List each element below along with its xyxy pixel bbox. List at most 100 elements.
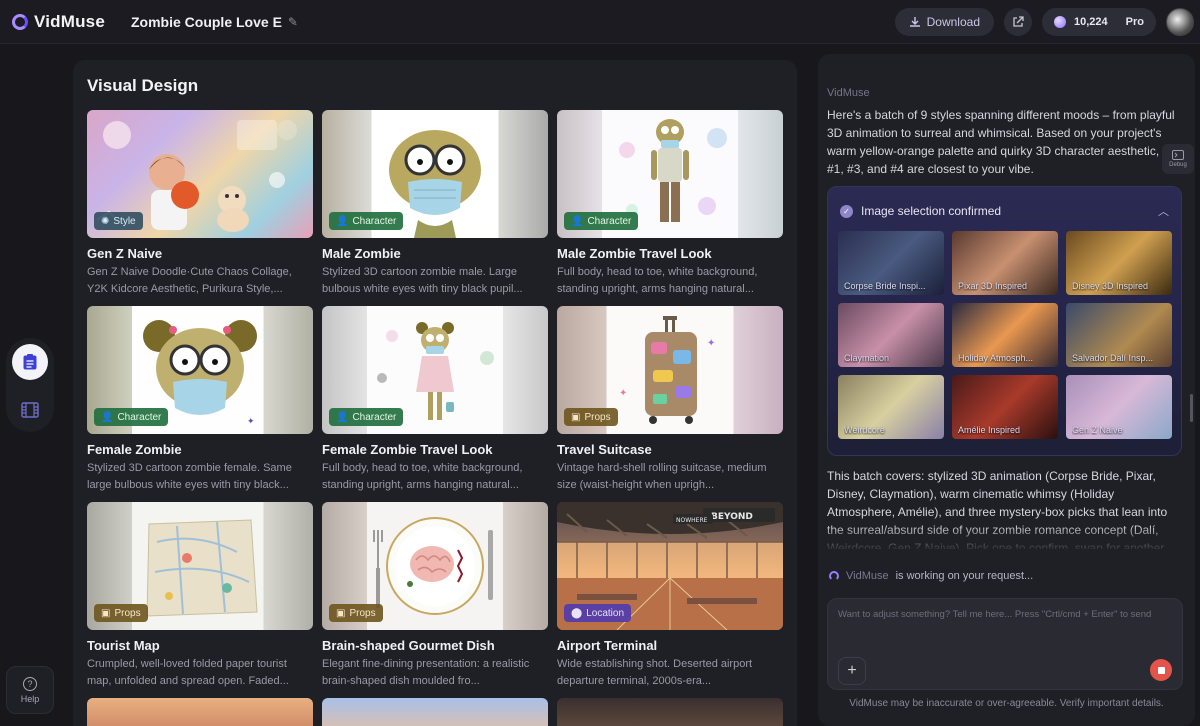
chat-input-placeholder[interactable]: Want to adjust something? Tell me here..… bbox=[838, 609, 1151, 620]
credit-coin-icon bbox=[1054, 16, 1066, 28]
location-pin-icon: ⬤ bbox=[571, 607, 583, 619]
style-option-label: Weirdcore bbox=[844, 425, 885, 435]
style-option[interactable]: Weirdcore bbox=[838, 375, 944, 439]
asset-card-partial[interactable] bbox=[322, 698, 548, 726]
asset-card-airport-terminal[interactable]: BEYOND NOWHERE ⬤ Location Airport Termina… bbox=[557, 502, 783, 698]
chevron-up-icon[interactable]: ︿ bbox=[1158, 203, 1169, 219]
style-option-label: Disney 3D Inspired bbox=[1072, 281, 1149, 291]
help-button[interactable]: ? Help bbox=[6, 666, 54, 714]
card-thumbnail: 👤 Character bbox=[322, 306, 548, 434]
working-status: VidMuse is working on your request... bbox=[829, 570, 1033, 582]
svg-text:✦: ✦ bbox=[707, 338, 715, 349]
plan-label: Pro bbox=[1125, 16, 1144, 28]
asset-card-male-zombie-travel-look[interactable]: 👤 Character Male Zombie Travel Look Full … bbox=[557, 110, 783, 306]
card-thumbnail: ✦ ✦ ▣ Props bbox=[557, 306, 783, 434]
asset-card-gen-z-naive[interactable]: ✺ Style Gen Z Naive Gen Z Naive Doodle·Cu… bbox=[87, 110, 313, 306]
credits-badge[interactable]: 10,224 Pro bbox=[1042, 8, 1156, 36]
card-title: Brain-shaped Gourmet Dish bbox=[322, 638, 495, 653]
asset-card-brain-dish[interactable]: ▣ Props Brain-shaped Gourmet Dish Elegant… bbox=[322, 502, 548, 698]
card-title: Male Zombie bbox=[322, 246, 401, 261]
card-title: Gen Z Naive bbox=[87, 246, 163, 261]
add-attachment-button[interactable]: + bbox=[838, 657, 866, 685]
tag-badge: ▣ Props bbox=[94, 604, 148, 622]
user-avatar[interactable] bbox=[1166, 8, 1194, 36]
loading-spinner-icon bbox=[829, 571, 839, 581]
card-thumbnail: ✦ 👤 Character bbox=[87, 306, 313, 434]
card-description: Crumpled, well-loved folded paper touris… bbox=[87, 658, 289, 687]
share-button[interactable] bbox=[1004, 8, 1032, 36]
top-bar: VidMuse Zombie Couple Love E ✎ Download … bbox=[0, 0, 1200, 44]
assistant-name: VidMuse bbox=[827, 87, 870, 99]
card-title: Female Zombie Travel Look bbox=[322, 442, 493, 457]
chat-input-box[interactable]: Want to adjust something? Tell me here..… bbox=[827, 598, 1183, 690]
style-option[interactable]: Pixar 3D Inspired bbox=[952, 231, 1058, 295]
clipboard-icon bbox=[23, 354, 37, 370]
asset-card-female-zombie-travel-look[interactable]: 👤 Character Female Zombie Travel Look Ful… bbox=[322, 306, 548, 502]
style-option-label: Holiday Atmosph... bbox=[958, 353, 1034, 363]
asset-card-partial[interactable] bbox=[87, 698, 313, 726]
card-title: Female Zombie bbox=[87, 442, 182, 457]
stop-generation-button[interactable] bbox=[1150, 659, 1172, 681]
asset-card-tourist-map[interactable]: ▣ Props Tourist Map Crumpled, well-loved … bbox=[87, 502, 313, 698]
edit-title-icon[interactable]: ✎ bbox=[288, 15, 298, 29]
working-text: is working on your request... bbox=[895, 570, 1034, 582]
card-thumbnail: ▣ Props bbox=[322, 502, 548, 630]
assistant-panel: VidMuse Here's a batch of 9 styles spann… bbox=[818, 54, 1195, 726]
project-title[interactable]: Zombie Couple Love E bbox=[131, 14, 282, 30]
app-logo[interactable]: VidMuse bbox=[12, 12, 105, 32]
image-selection-title: Image selection confirmed bbox=[861, 204, 1002, 218]
card-thumbnail: 👤 Character bbox=[322, 110, 548, 238]
style-option[interactable]: Claymation bbox=[838, 303, 944, 367]
left-rail bbox=[6, 338, 54, 432]
style-option-label: Corpse Bride Inspi... bbox=[844, 281, 926, 291]
tag-label: Character bbox=[352, 215, 397, 227]
tag-badge: ▣ Props bbox=[329, 604, 383, 622]
style-option[interactable]: Disney 3D Inspired bbox=[1066, 231, 1172, 295]
card-thumbnail bbox=[87, 698, 313, 726]
asset-card-partial[interactable] bbox=[557, 698, 783, 726]
person-icon: 👤 bbox=[571, 215, 584, 227]
visual-design-panel: Visual Design ✺ Style Gen Z Naive Gen Z … bbox=[73, 60, 797, 726]
image-selection-header[interactable]: ✓ Image selection confirmed bbox=[840, 204, 1001, 218]
storyboard-nav-button[interactable] bbox=[12, 392, 48, 428]
style-option[interactable]: Gen Z Naive bbox=[1066, 375, 1172, 439]
tag-label: Props bbox=[584, 411, 611, 423]
asset-card-male-zombie[interactable]: 👤 Character Male Zombie Stylized 3D carto… bbox=[322, 110, 548, 306]
tag-badge: 👤 Character bbox=[329, 212, 404, 230]
debug-button[interactable]: Debug bbox=[1162, 144, 1194, 174]
asset-card-travel-suitcase[interactable]: ✦ ✦ ▣ Props Travel Suitcase Vintage hard-… bbox=[557, 306, 783, 502]
card-title: Airport Terminal bbox=[557, 638, 658, 653]
asset-card-female-zombie[interactable]: ✦ 👤 Character Female Zombie Stylized 3D c… bbox=[87, 306, 313, 502]
stop-icon bbox=[1157, 666, 1165, 674]
box-icon: ▣ bbox=[571, 411, 581, 423]
style-option[interactable]: Corpse Bride Inspi... bbox=[838, 231, 944, 295]
visual-design-nav-button[interactable] bbox=[12, 344, 48, 380]
tag-badge: ⬤ Location bbox=[564, 604, 632, 622]
sign-beyond: BEYOND bbox=[711, 512, 753, 522]
card-title: Tourist Map bbox=[87, 638, 160, 653]
tag-label: Location bbox=[586, 607, 625, 619]
card-description: Wide establishing shot. Deserted airport… bbox=[557, 658, 753, 687]
style-option-label: Gen Z Naive bbox=[1072, 425, 1123, 435]
download-button[interactable]: Download bbox=[894, 8, 994, 36]
card-thumbnail: BEYOND NOWHERE ⬤ Location bbox=[557, 502, 783, 630]
card-thumbnail: 👤 Character bbox=[557, 110, 783, 238]
help-icon: ? bbox=[23, 676, 37, 691]
style-option[interactable]: Holiday Atmosph... bbox=[952, 303, 1058, 367]
card-thumbnail: ✺ Style bbox=[87, 110, 313, 238]
card-description: Full body, head to toe, white background… bbox=[322, 462, 523, 491]
tag-label: Style bbox=[113, 215, 136, 227]
disclaimer: VidMuse may be inaccurate or over-agreea… bbox=[849, 698, 1164, 709]
svg-text:✦: ✦ bbox=[247, 417, 255, 427]
chat-scrollbar[interactable] bbox=[1190, 394, 1193, 422]
person-icon: 👤 bbox=[101, 411, 114, 423]
style-option-label: Amélie Inspired bbox=[958, 425, 1021, 435]
style-option[interactable]: Salvador Dalí Insp... bbox=[1066, 303, 1172, 367]
style-option-label: Salvador Dalí Insp... bbox=[1072, 353, 1154, 363]
tag-label: Character bbox=[352, 411, 397, 423]
style-option[interactable]: Amélie Inspired bbox=[952, 375, 1058, 439]
tag-badge: 👤 Character bbox=[329, 408, 404, 426]
style-option-label: Claymation bbox=[844, 353, 890, 363]
sign-nowhere: NOWHERE bbox=[676, 517, 708, 524]
palette-icon: ✺ bbox=[101, 215, 110, 227]
